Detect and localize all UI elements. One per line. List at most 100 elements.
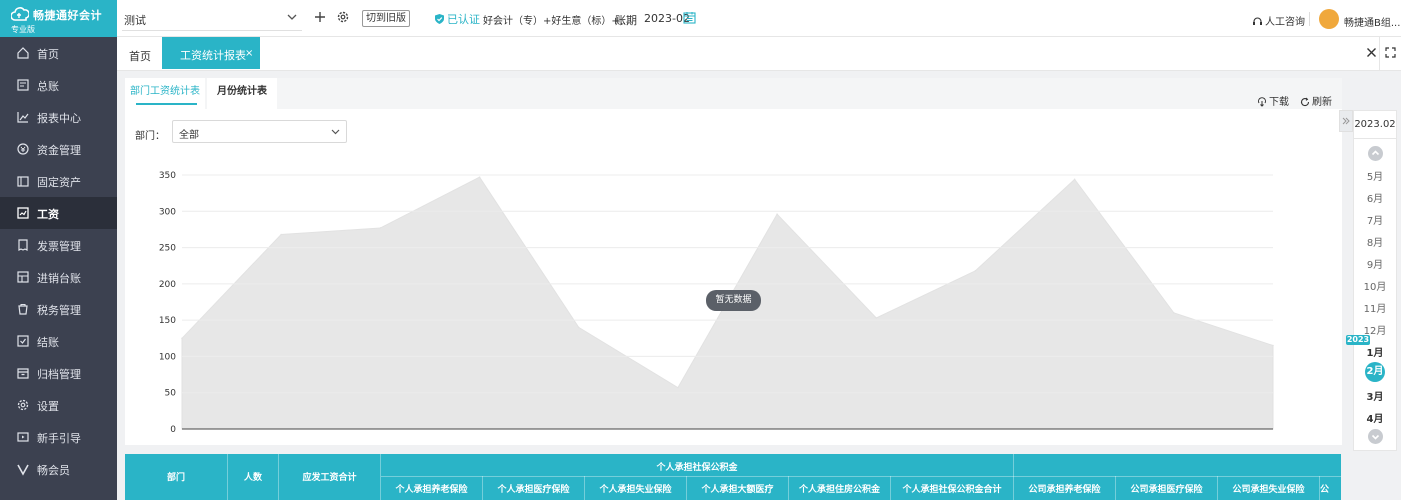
period-month[interactable]: 7月	[1354, 212, 1396, 227]
col-company-pension[interactable]: 公司承担养老保险	[1014, 482, 1115, 495]
sidebar-item-label: 报表中心	[37, 112, 81, 125]
period-month[interactable]: 9月	[1354, 256, 1396, 271]
calendar-icon[interactable]	[683, 11, 696, 24]
salary-area-chart: 0 50 100 150 200 250 300 350	[159, 171, 1274, 435]
sidebar-item-ledger[interactable]: 总账	[0, 69, 117, 101]
invoice-icon	[18, 239, 28, 251]
add-icon[interactable]	[313, 10, 327, 24]
col-company-unemployment[interactable]: 公司承担失业保险	[1218, 482, 1319, 495]
sidebar-item-salary[interactable]: 工资	[0, 197, 117, 229]
sidebar-item-archive[interactable]: 归档管理	[0, 357, 117, 389]
guide-icon	[17, 432, 29, 442]
sidebar-item-home[interactable]: 首页	[0, 37, 117, 69]
col-personal-total[interactable]: 个人承担社保公积金合计	[891, 482, 1013, 495]
period-month-selected[interactable]: 2月	[1365, 362, 1385, 382]
tax-icon	[18, 303, 28, 315]
chart-icon	[17, 112, 29, 123]
gear-icon[interactable]	[336, 10, 350, 24]
brand-edition: 专业版	[11, 25, 35, 34]
col-personal-housing-fund[interactable]: 个人承担住房公积金	[789, 482, 890, 495]
salary-table-header: 部门 人数 应发工资合计 个人承担社保公积金 个人承担养老保险 个人承担医疗保险…	[125, 454, 1341, 500]
tab-salary-report[interactable]: 工资统计报表 ×	[162, 37, 260, 69]
sidebar-item-label: 设置	[37, 400, 59, 413]
period-month[interactable]: 8月	[1354, 234, 1396, 249]
area-point	[280, 233, 282, 236]
sidebar-item-tax[interactable]: 税务管理	[0, 293, 117, 325]
row-border	[381, 476, 1341, 477]
col-personal-medical[interactable]: 个人承担医疗保险	[483, 482, 584, 495]
y-tick-label: 200	[159, 280, 176, 290]
sidebar-item-label: 畅会员	[37, 464, 70, 477]
cloud-logo-icon	[11, 7, 29, 21]
chevron-down-icon	[1371, 434, 1380, 440]
scroll-up-button[interactable]	[1368, 146, 1383, 161]
fullscreen-icon[interactable]	[1385, 47, 1396, 58]
sidebar-item-fixed-assets[interactable]: 固定资产	[0, 165, 117, 197]
brand-logo[interactable]: 畅捷通好会计 专业版	[0, 0, 117, 37]
switch-old-version-button[interactable]: 切到旧版	[362, 10, 410, 27]
col-personal-major-medical[interactable]: 个人承担大额医疗	[687, 482, 788, 495]
verified-badge: 已认证	[434, 11, 480, 27]
sidebar-item-label: 新手引导	[37, 432, 81, 445]
shield-check-icon	[435, 14, 444, 24]
col-company-next[interactable]: 公	[1320, 482, 1341, 495]
chevron-down-icon	[287, 14, 297, 20]
archive-icon	[17, 368, 29, 379]
period-month[interactable]: 3月	[1354, 388, 1396, 403]
sidebar-item-funds[interactable]: 资金管理	[0, 133, 117, 165]
human-consult-link[interactable]: 人工咨询	[1252, 13, 1305, 28]
period-month[interactable]: 5月	[1354, 168, 1396, 183]
avatar[interactable]	[1319, 9, 1339, 29]
divider	[1309, 12, 1310, 26]
gear-icon	[17, 399, 29, 411]
sidebar-item-label: 税务管理	[37, 304, 81, 317]
col-company-medical[interactable]: 公司承担医疗保险	[1116, 482, 1217, 495]
area-point	[379, 227, 382, 229]
account-set-select[interactable]: 测试	[122, 6, 302, 31]
period-month[interactable]: 10月	[1354, 278, 1396, 293]
rail-collapse-toggle[interactable]	[1339, 110, 1353, 132]
y-tick-label: 100	[159, 352, 176, 362]
area-point	[1272, 344, 1274, 347]
salary-icon	[17, 207, 29, 219]
col-gross-salary[interactable]: 应发工资合计	[279, 470, 380, 483]
col-group-personal-insurance: 个人承担社保公积金	[656, 463, 738, 473]
sidebar-item-stock[interactable]: 进销台账	[0, 261, 117, 293]
account-set-value: 测试	[124, 14, 146, 27]
sidebar: 首页 总账 报表中心 资金管理 固定资产 工资 发票管理 进销台账 税务管理 结…	[0, 37, 117, 500]
sidebar-item-close-books[interactable]: 结账	[0, 325, 117, 357]
col-personal-pension[interactable]: 个人承担养老保险	[381, 482, 482, 495]
sidebar-item-label: 归档管理	[37, 368, 81, 381]
period-month[interactable]: 6月	[1354, 190, 1396, 205]
ledger-icon	[17, 79, 29, 91]
close-icon[interactable]	[1366, 47, 1377, 58]
chevron-up-icon	[1371, 150, 1380, 156]
y-tick-label: 50	[165, 389, 177, 399]
user-name[interactable]: 畅捷通B组...	[1344, 14, 1400, 29]
scroll-down-button[interactable]	[1368, 429, 1383, 444]
divider	[1379, 37, 1380, 71]
tab-label: 工资统计报表	[180, 49, 246, 62]
area-point	[875, 317, 878, 319]
sidebar-item-label: 进销台账	[37, 272, 81, 285]
sidebar-item-invoices[interactable]: 发票管理	[0, 229, 117, 261]
sidebar-item-settings[interactable]: 设置	[0, 389, 117, 421]
period-month[interactable]: 4月	[1354, 410, 1396, 425]
area-point	[181, 337, 183, 340]
period-month[interactable]: 11月	[1354, 300, 1396, 315]
close-tab-icon[interactable]: ×	[245, 48, 253, 59]
area-point	[677, 386, 679, 389]
col-dept[interactable]: 部门	[125, 470, 227, 483]
col-personal-unemployment[interactable]: 个人承担失业保险	[585, 482, 686, 495]
col-count[interactable]: 人数	[228, 470, 278, 483]
sidebar-item-label: 首页	[37, 48, 59, 61]
brand-name: 畅捷通好会计	[33, 9, 102, 22]
y-tick-label: 250	[159, 244, 176, 254]
close-books-icon	[17, 335, 29, 347]
sidebar-item-guide[interactable]: 新手引导	[0, 421, 117, 453]
asset-icon	[17, 176, 29, 187]
sidebar-item-vip[interactable]: 畅会员	[0, 453, 117, 485]
period-month[interactable]: 1月	[1354, 344, 1396, 359]
tab-home[interactable]: 首页	[129, 48, 151, 64]
sidebar-item-reports[interactable]: 报表中心	[0, 101, 117, 133]
